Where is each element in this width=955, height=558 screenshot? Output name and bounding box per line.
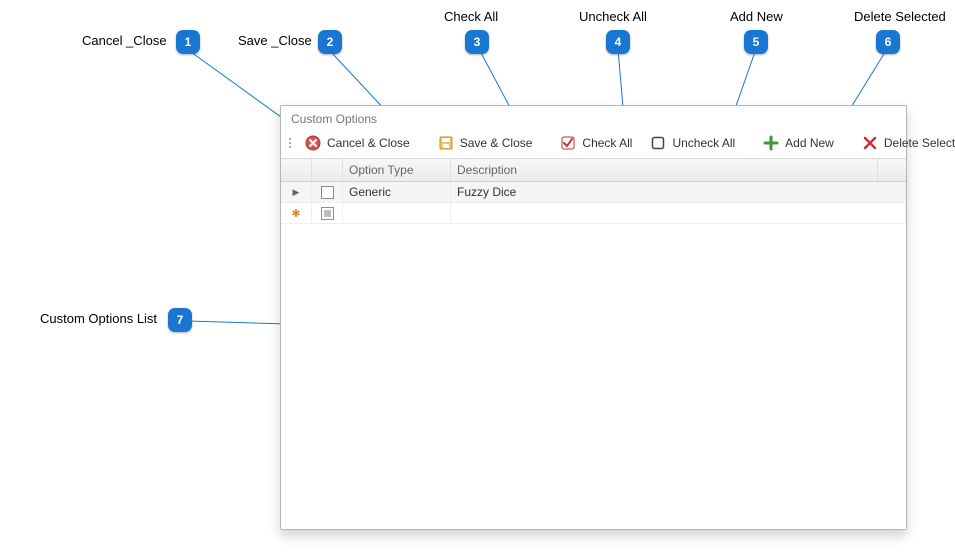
callout-badge-4: 4 <box>606 30 630 54</box>
add-new-label: Add New <box>785 136 834 150</box>
grid-header: Option Type Description <box>281 159 906 182</box>
delete-icon <box>862 135 878 151</box>
delete-selected-label: Delete Selected <box>884 136 955 150</box>
custom-options-list[interactable]: ▶ Generic Fuzzy Dice ✱ <box>281 182 906 529</box>
callout-label-5: Add New <box>730 9 783 24</box>
save-close-button[interactable]: Save & Close <box>430 132 541 154</box>
callout-badge-7: 7 <box>168 308 192 332</box>
window-title: Custom Options <box>281 106 906 130</box>
save-close-label: Save & Close <box>460 136 533 150</box>
callout-label-4: Uncheck All <box>579 9 647 24</box>
row-description[interactable]: Fuzzy Dice <box>451 182 906 202</box>
row-option-type[interactable]: Generic <box>343 182 451 202</box>
uncheck-all-button[interactable]: Uncheck All <box>642 132 743 154</box>
uncheck-all-label: Uncheck All <box>672 136 735 150</box>
cancel-icon <box>305 135 321 151</box>
callout-badge-3: 3 <box>465 30 489 54</box>
row-option-type[interactable] <box>343 203 451 223</box>
grid-header-indicator[interactable] <box>281 159 312 181</box>
grid-header-description[interactable]: Description <box>451 159 878 181</box>
delete-selected-button[interactable]: Delete Selected <box>854 132 955 154</box>
grid-header-option-type[interactable]: Option Type <box>343 159 451 181</box>
save-icon <box>438 135 454 151</box>
row-description[interactable] <box>451 203 906 223</box>
cancel-close-label: Cancel & Close <box>327 136 410 150</box>
table-row[interactable]: ✱ <box>281 203 906 224</box>
row-checkbox[interactable] <box>312 182 343 202</box>
toolbar: Cancel & Close Save & Close Check All Un… <box>281 130 906 159</box>
grid-header-checkbox[interactable] <box>312 159 343 181</box>
callout-label-6: Delete Selected <box>854 9 946 24</box>
callout-label-7: Custom Options List <box>40 311 157 326</box>
row-checkbox[interactable] <box>312 203 343 223</box>
toolbar-grip[interactable] <box>289 138 291 148</box>
callout-badge-1: 1 <box>176 30 200 54</box>
uncheck-all-icon <box>650 135 666 151</box>
custom-options-window: Custom Options Cancel & Close Save & Clo… <box>280 105 907 530</box>
callout-badge-5: 5 <box>744 30 768 54</box>
check-all-button[interactable]: Check All <box>552 132 640 154</box>
row-indicator-new: ✱ <box>281 203 312 223</box>
callout-badge-6: 6 <box>876 30 900 54</box>
check-all-label: Check All <box>582 136 632 150</box>
row-indicator-current: ▶ <box>281 182 312 202</box>
add-new-button[interactable]: Add New <box>755 132 842 154</box>
table-row[interactable]: ▶ Generic Fuzzy Dice <box>281 182 906 203</box>
callout-label-1: Cancel _Close <box>82 33 167 48</box>
callout-label-2: Save _Close <box>238 33 312 48</box>
add-icon <box>763 135 779 151</box>
callout-label-3: Check All <box>444 9 498 24</box>
grid-header-end <box>878 159 906 181</box>
check-all-icon <box>560 135 576 151</box>
callout-badge-2: 2 <box>318 30 342 54</box>
cancel-close-button[interactable]: Cancel & Close <box>297 132 418 154</box>
